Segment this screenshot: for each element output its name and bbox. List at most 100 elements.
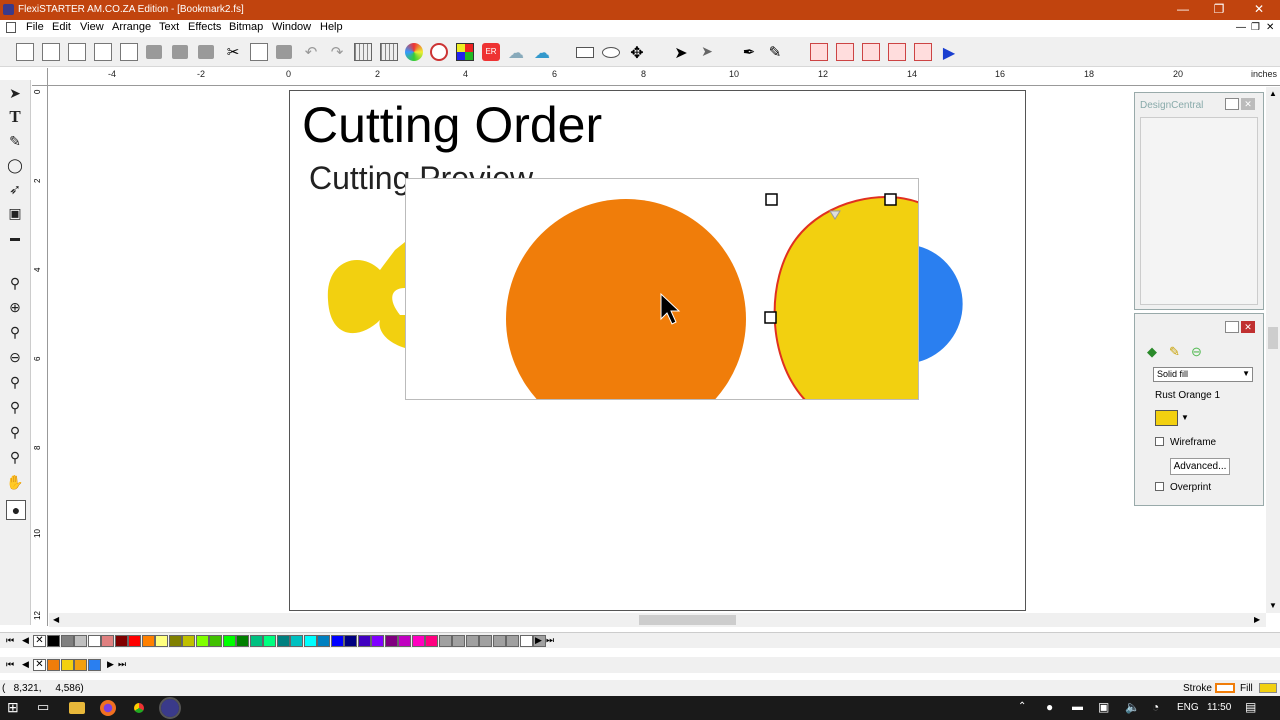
zoom-selected-icon[interactable]: ⚲: [6, 398, 24, 416]
fill-tab-icon[interactable]: ◆: [1147, 344, 1163, 360]
horizontal-ruler[interactable]: -4 -2 0 2 4 6 8 10 12 14 16 18 20 inches: [48, 68, 1280, 86]
mdi-minimize-icon[interactable]: —: [1236, 22, 1246, 33]
print-icon[interactable]: [146, 45, 162, 59]
save-icon[interactable]: [68, 43, 86, 61]
palette-swatch[interactable]: [263, 635, 276, 647]
node-edit-arrow-icon[interactable]: ➤: [698, 43, 716, 61]
close-button[interactable]: ✕: [1240, 0, 1278, 20]
palette-swatch[interactable]: [60, 635, 74, 647]
scroll-right-icon[interactable]: ▶: [1254, 615, 1260, 624]
import-icon[interactable]: [94, 43, 112, 61]
scroll-up-icon[interactable]: ▲: [1269, 89, 1277, 98]
cloud-icon[interactable]: ☁: [507, 43, 525, 62]
undo-icon[interactable]: ↶: [302, 43, 320, 61]
pointer-tool-icon[interactable]: ➤: [6, 84, 24, 102]
menu-file[interactable]: File: [26, 21, 44, 33]
palette-swatch[interactable]: [249, 635, 263, 647]
panel-minimize-icon[interactable]: [1225, 321, 1239, 333]
selection-handle[interactable]: [764, 311, 777, 324]
text-tool-icon[interactable]: T: [6, 108, 24, 126]
horizontal-scrollbar[interactable]: ◀ ▶: [49, 613, 1266, 627]
palette-swatch[interactable]: [425, 635, 438, 647]
new-file-icon[interactable]: [16, 43, 34, 61]
palette-swatch[interactable]: [384, 635, 398, 647]
palette-swatch[interactable]: [101, 635, 114, 647]
no-color-swatch[interactable]: ✕: [33, 635, 46, 647]
palette-swatch[interactable]: [155, 635, 168, 647]
palette-swatch[interactable]: [60, 659, 74, 671]
bezier-tool-icon[interactable]: ➶: [6, 180, 24, 198]
palette-swatch[interactable]: [290, 635, 303, 647]
clock[interactable]: 11:50: [1207, 702, 1231, 713]
copy-icon[interactable]: [250, 43, 268, 61]
fill-color-indicator[interactable]: [1259, 683, 1277, 693]
no-color-swatch[interactable]: ✕: [33, 659, 46, 671]
windows-start-icon[interactable]: ⊞: [7, 699, 19, 716]
palette-swatch[interactable]: [371, 635, 384, 647]
fill-color-swatch[interactable]: [1155, 410, 1178, 426]
panel-minimize-icon[interactable]: [1225, 98, 1239, 110]
menu-effects[interactable]: Effects: [188, 21, 221, 33]
zoom-out-icon[interactable]: ⊖: [6, 348, 24, 366]
palette-swatch[interactable]: [276, 635, 290, 647]
network-icon[interactable]: ▣: [1098, 700, 1109, 714]
panel-close-icon[interactable]: ✕: [1241, 98, 1255, 110]
palette-swatch[interactable]: [438, 635, 452, 647]
palette-swatch[interactable]: [317, 635, 330, 647]
palette-swatch[interactable]: [330, 635, 344, 647]
palette-nav-next-icon[interactable]: ▶: [107, 659, 114, 670]
panel-close-icon[interactable]: ✕: [1241, 321, 1255, 333]
node-icon[interactable]: ✥: [628, 43, 646, 62]
palette-nav-first-icon[interactable]: ⏮: [6, 635, 14, 646]
yellow-circle[interactable]: [773, 196, 919, 400]
selection-handle[interactable]: [765, 193, 778, 206]
scissors-icon[interactable]: ✂: [224, 43, 242, 61]
wifi-icon[interactable]: ◔: [1152, 700, 1159, 714]
language-indicator[interactable]: ENG: [1177, 702, 1199, 713]
palette-swatch[interactable]: [74, 659, 87, 671]
orange-circle[interactable]: [506, 199, 746, 400]
palette-swatch[interactable]: [47, 659, 60, 671]
volume-icon[interactable]: 🔈: [1125, 700, 1140, 714]
palette-swatch[interactable]: [87, 659, 101, 671]
zoom-fit-icon[interactable]: ⚲: [6, 448, 24, 466]
menu-help[interactable]: Help: [320, 21, 343, 33]
palette-swatch[interactable]: [168, 635, 182, 647]
palette-swatch[interactable]: [141, 635, 155, 647]
palette-swatch[interactable]: [519, 635, 533, 647]
color-wheel-icon[interactable]: [405, 43, 423, 61]
table-icon[interactable]: [380, 43, 398, 61]
palette-nav-last-icon[interactable]: ⏭: [546, 635, 554, 646]
zoom-in-icon[interactable]: ⊕: [6, 298, 24, 316]
forward-one-icon[interactable]: [862, 43, 880, 61]
ruler-origin[interactable]: [32, 68, 48, 86]
palette-nav-next-icon[interactable]: ▶: [535, 635, 542, 646]
palette-swatch[interactable]: [411, 635, 425, 647]
transform-tool-icon[interactable]: ▣: [6, 204, 24, 222]
wireframe-checkbox[interactable]: [1155, 437, 1164, 446]
palette-swatch[interactable]: [398, 635, 411, 647]
scroll-left-icon[interactable]: ◀: [53, 615, 59, 624]
doc-icon[interactable]: [6, 22, 16, 33]
yellow-shape-partial[interactable]: [320, 240, 410, 350]
zoom-all-icon[interactable]: ⚲: [6, 373, 24, 391]
menu-text[interactable]: Text: [159, 21, 179, 33]
zoom-previous-icon[interactable]: ⚲: [6, 423, 24, 441]
palette-swatch[interactable]: [479, 635, 492, 647]
arrange-back-icon[interactable]: [836, 43, 854, 61]
palette-swatch[interactable]: [182, 635, 195, 647]
scroll-thumb[interactable]: [639, 615, 736, 625]
er-icon[interactable]: ER: [482, 43, 500, 61]
cloud-upload-icon[interactable]: ☁: [533, 43, 551, 62]
mdi-close-icon[interactable]: ✕: [1266, 22, 1274, 33]
tray-expand-icon[interactable]: ⌃: [1018, 701, 1026, 712]
page-heading[interactable]: Cutting Order: [302, 96, 602, 154]
redo-icon[interactable]: ↷: [328, 43, 346, 61]
menu-window[interactable]: Window: [272, 21, 311, 33]
scroll-thumb[interactable]: [1268, 327, 1278, 349]
selection-handle[interactable]: [884, 193, 897, 206]
microphone-icon[interactable]: ●: [1046, 700, 1053, 714]
palette-swatch[interactable]: [506, 635, 519, 647]
color-swatch-icon[interactable]: [456, 43, 474, 61]
select-arrow-icon[interactable]: ➤: [672, 43, 690, 62]
